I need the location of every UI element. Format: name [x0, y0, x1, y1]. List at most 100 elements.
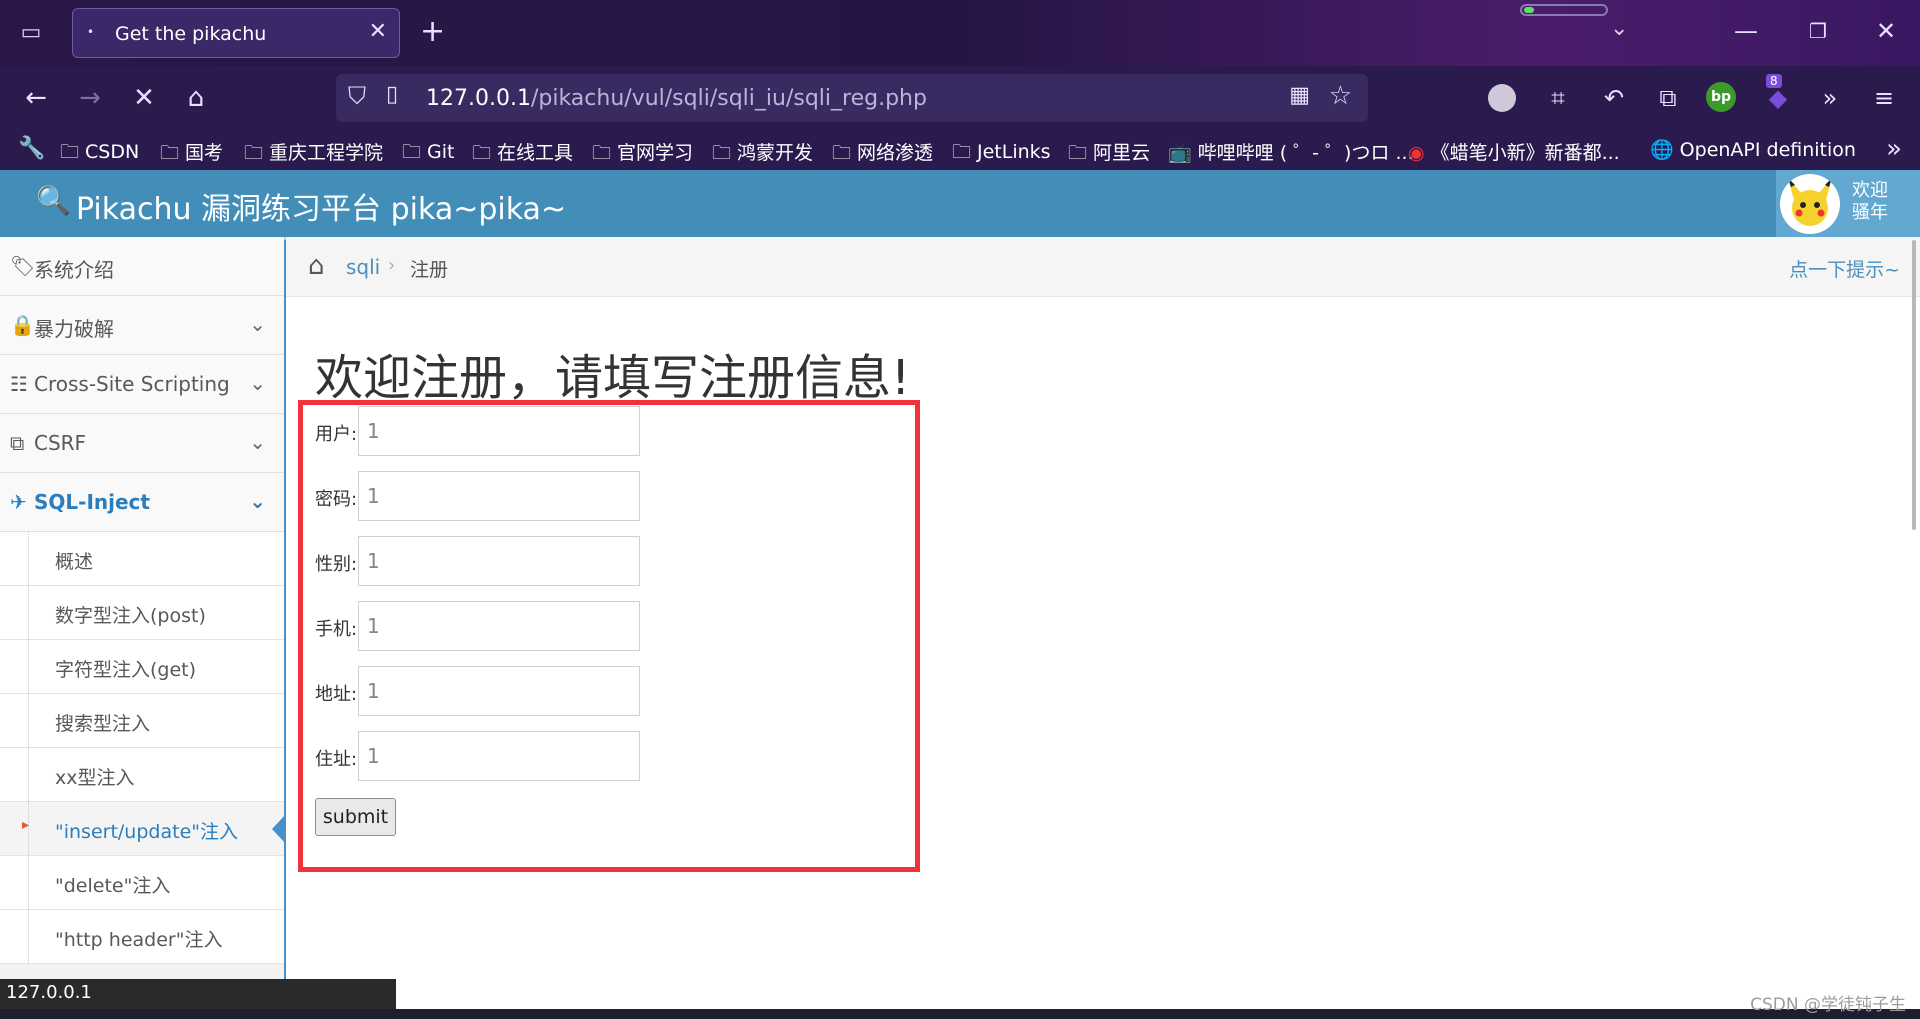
chevron-down-icon: ⌄ — [249, 371, 266, 395]
active-tab[interactable]: • Get the pikachu ✕ — [72, 8, 400, 58]
submit-button[interactable]: submit — [315, 798, 396, 836]
chevron-down-icon: ⌄ — [249, 489, 266, 513]
breadcrumb-separator: › — [388, 255, 396, 276]
sidebar-subitem[interactable]: "delete"注入 — [0, 856, 284, 910]
username-input[interactable] — [358, 406, 640, 456]
sidebar-item-sqli[interactable]: ✈ SQL-Inject ⌄ — [0, 473, 284, 532]
sidebar-subitem[interactable]: 数字型注入(post) — [0, 586, 284, 640]
qr-code-icon[interactable]: ▦ — [1289, 83, 1310, 108]
gender-input[interactable] — [358, 536, 640, 586]
breadcrumb-current: 注册 — [410, 259, 449, 281]
back-icon[interactable]: ← — [18, 80, 54, 116]
close-tab-icon[interactable]: ✕ — [369, 19, 387, 44]
welcome-name: 骚年 — [1852, 202, 1888, 223]
bookmark-item[interactable]: 🗀 Git — [402, 138, 454, 170]
folder-icon: 🗀 — [952, 141, 972, 163]
sidebar-item-xss[interactable]: ☷ Cross-Site Scripting ⌄ — [0, 355, 284, 414]
menu-icon[interactable]: ≡ — [1866, 80, 1902, 116]
bookmark-star-icon[interactable]: ☆ — [1329, 81, 1352, 111]
puzzle-icon[interactable]: ⧉ — [1650, 80, 1686, 116]
undo-icon[interactable]: ↶ — [1596, 80, 1632, 116]
url-bar[interactable]: ⛉ ▯ 127.0.0.1/pikachu/vul/sqli/sqli_iu/s… — [336, 74, 1368, 122]
bookmark-item[interactable]: 📺 哔哩哔哩 ( ゜- ゜)つロ ... — [1168, 138, 1414, 165]
sidebar-item-bruteforce[interactable]: 🔒 暴力破解 ⌄ — [0, 296, 284, 355]
folder-icon: 🗀 — [832, 142, 852, 164]
shield-icon[interactable]: ⛉ — [348, 82, 366, 110]
watermark: CSDN @学徒钝子生 — [1750, 995, 1906, 1015]
home-icon[interactable]: ⌂ — [308, 251, 325, 281]
chevron-down-icon: ⌄ — [249, 312, 266, 336]
sidebar-subitem[interactable]: 概述 — [0, 532, 284, 586]
bookmark-item[interactable]: 🗀 阿里云 — [1068, 138, 1150, 171]
sidebar-subitem[interactable]: xx型注入 — [0, 748, 284, 802]
burp-extension-icon[interactable]: bp — [1706, 82, 1736, 112]
chevron-down-icon: ⌄ — [249, 430, 266, 454]
folder-icon: 🗀 — [712, 142, 732, 164]
sidebar-subitem[interactable]: 字符型注入(get) — [0, 640, 284, 694]
phone-input[interactable] — [358, 601, 640, 651]
password-label: 密码: — [315, 489, 358, 510]
password-input[interactable] — [358, 471, 640, 521]
page-icon[interactable]: ▯ — [386, 82, 398, 107]
chevron-down-icon[interactable]: ⌄ — [1610, 16, 1628, 41]
url-path: /pikachu/vul/sqli/sqli_iu/sqli_reg.php — [530, 86, 927, 111]
load-progress — [1520, 4, 1608, 16]
bookmark-item[interactable]: ◉ 《蜡笔小新》新番都... — [1408, 138, 1620, 165]
bookmark-item[interactable]: 🗀 鸿蒙开发 — [712, 138, 813, 171]
folder-icon: 🗀 — [160, 142, 180, 164]
sidebar-item-csrf[interactable]: ⧉ CSRF ⌄ — [0, 414, 284, 473]
residence-input[interactable] — [358, 731, 640, 781]
lock-icon: 🔒 — [10, 313, 35, 337]
breadcrumb-link[interactable]: sqli — [346, 255, 380, 279]
sidebar-item-label: 暴力破解 — [34, 317, 114, 341]
user-menu[interactable]: 欢迎 骚年 — [1776, 170, 1920, 237]
crop-icon[interactable]: ⌗ — [1540, 80, 1576, 116]
avatar — [1780, 174, 1840, 234]
bookmark-item[interactable]: 🗀 官网学习 — [592, 138, 693, 171]
folder-icon: 🗀 — [472, 142, 492, 164]
overflow-chevrons-icon[interactable]: » — [1812, 80, 1848, 116]
profile-avatar-icon[interactable] — [1488, 84, 1516, 112]
new-tab-button[interactable]: + — [420, 14, 445, 49]
tab-bar: ▭ • Get the pikachu ✕ + ⌄ — ❐ ✕ — [0, 0, 1920, 66]
folder-icon: 🗀 — [60, 141, 80, 163]
bookmark-item[interactable]: 🗀 JetLinks — [952, 138, 1051, 170]
url-text[interactable]: 127.0.0.1/pikachu/vul/sqli/sqli_iu/sqli_… — [426, 86, 927, 111]
home-icon[interactable]: ⌂ — [178, 80, 214, 116]
folder-icon: 🗀 — [244, 142, 264, 164]
stop-icon[interactable]: ✕ — [126, 80, 162, 116]
close-window-icon[interactable]: ✕ — [1866, 14, 1906, 48]
sidebar-item-intro[interactable]: 🏷 系统介绍 — [0, 237, 284, 296]
sidebar-item-label: Cross-Site Scripting — [34, 372, 230, 396]
sidebar-subitem[interactable]: 搜索型注入 — [0, 694, 284, 748]
bookmark-item[interactable]: 🗀 CSDN — [60, 138, 139, 170]
username-label: 用户: — [315, 424, 358, 445]
wrench-icon[interactable]: 🔧 — [18, 136, 45, 161]
bookmark-item[interactable]: 🌐 OpenAPI definition — [1650, 138, 1856, 161]
sidebar-subitem-active[interactable]: ▸ "insert/update"注入 — [0, 802, 284, 856]
form-row-password: 密码: — [315, 471, 645, 523]
breadcrumb: ⌂ sqli › 注册 点一下提示~ — [286, 237, 1920, 297]
form-row-username: 用户: — [315, 406, 645, 458]
forward-icon[interactable]: → — [72, 80, 108, 116]
sidebar-divider — [284, 240, 286, 980]
restore-icon[interactable]: ❐ — [1798, 14, 1838, 48]
tab-list-icon[interactable]: ▭ — [14, 16, 48, 50]
scrollbar[interactable] — [1912, 240, 1916, 530]
address-input[interactable] — [358, 666, 640, 716]
bookmark-item[interactable]: 🗀 网络渗透 — [832, 138, 933, 171]
sidebar-subitem[interactable]: "http header"注入 — [0, 910, 284, 964]
bookmark-item[interactable]: 🗀 重庆工程学院 — [244, 138, 383, 171]
sidebar-item-label: 系统介绍 — [34, 258, 114, 282]
hint-link[interactable]: 点一下提示~ — [1789, 255, 1900, 282]
site-title[interactable]: Pikachu 漏洞练习平台 pika~pika~ — [76, 184, 566, 228]
minimize-icon[interactable]: — — [1726, 14, 1766, 48]
bookmarks-overflow-icon[interactable]: » — [1886, 134, 1902, 164]
bookmark-item[interactable]: 🗀 国考 — [160, 138, 223, 171]
bookmark-item[interactable]: 🗀 在线工具 — [472, 138, 573, 171]
share-icon: ⧉ — [10, 431, 25, 455]
tags-icon: 🏷 — [10, 254, 36, 278]
subitem-label: "delete"注入 — [55, 875, 171, 897]
subitem-label: "http header"注入 — [55, 929, 223, 951]
subitem-label: 概述 — [55, 551, 94, 573]
